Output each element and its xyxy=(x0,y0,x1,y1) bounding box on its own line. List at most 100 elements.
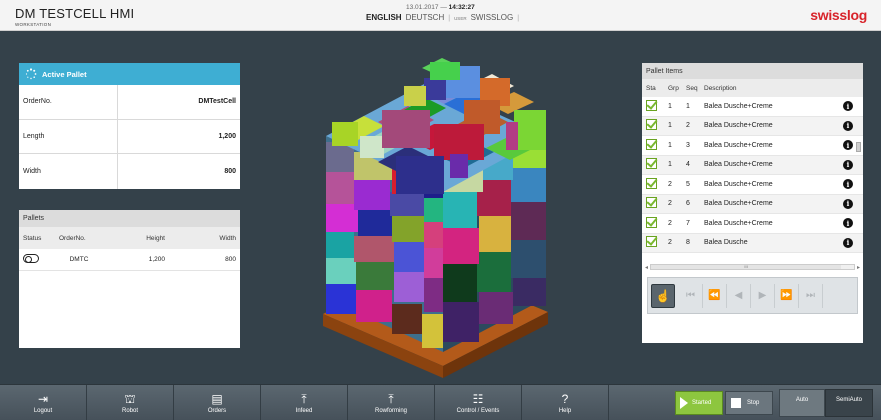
robot-button[interactable]: ⛫ Robot xyxy=(87,385,174,420)
scroll-right-icon[interactable]: ▸ xyxy=(857,264,860,271)
status-cell xyxy=(646,177,668,191)
column-header[interactable]: Width xyxy=(169,235,240,242)
active-pallet-row: Width 800 xyxy=(19,154,240,189)
pallets-panel: Pallets Status OrderNo. Height Width DMT… xyxy=(19,210,240,348)
rowforming-button[interactable]: ⤒ Rowforming xyxy=(348,385,435,420)
first-item-icon[interactable]: ⏮ xyxy=(679,283,703,308)
info-icon[interactable]: i xyxy=(843,101,853,112)
column-header[interactable]: Grp xyxy=(668,85,686,92)
datetime: 13.01.2017 — 14:32:27 xyxy=(406,4,475,11)
list-item[interactable]: 2 6 Balea Dusche+Creme i xyxy=(642,194,863,214)
user-name[interactable]: SWISSLOG xyxy=(471,13,514,22)
next-item-icon[interactable]: ▶ xyxy=(751,283,775,308)
lang-deutsch[interactable]: DEUTSCH xyxy=(406,13,445,22)
info-icon[interactable]: i xyxy=(843,120,853,131)
fast-back-icon[interactable]: ⏪ xyxy=(703,283,727,308)
auto-mode-button[interactable]: Auto xyxy=(779,389,825,417)
field-value: DMTestCell xyxy=(198,98,236,106)
rowforming-label: Rowforming xyxy=(374,407,407,414)
list-item[interactable]: 2 7 Balea Dusche+Creme i xyxy=(642,214,863,234)
list-item[interactable]: 1 2 Balea Dusche+Creme i xyxy=(642,116,863,136)
hand-pointer-icon[interactable]: ☝ xyxy=(651,283,675,308)
active-pallet-header: Active Pallet xyxy=(19,63,240,85)
group-cell: 2 xyxy=(668,180,672,188)
list-item[interactable]: 1 3 Balea Dusche+Creme i xyxy=(642,136,863,156)
infeed-label: Infeed xyxy=(295,407,313,414)
scroll-thumb[interactable] xyxy=(856,142,861,152)
description-cell: Balea Dusche xyxy=(704,239,748,247)
list-item[interactable]: 1 4 Balea Dusche+Creme i xyxy=(642,155,863,175)
semiauto-mode-button[interactable]: SemiAuto xyxy=(825,389,873,417)
check-icon xyxy=(646,177,657,189)
info-icon[interactable]: i xyxy=(843,159,853,170)
description-cell: Balea Dusche+Creme xyxy=(704,122,773,130)
info-icon[interactable]: i xyxy=(843,198,853,209)
check-icon xyxy=(646,99,657,111)
status-cell xyxy=(646,158,668,171)
info-icon[interactable]: i xyxy=(843,179,853,190)
description-cell: Balea Dusche+Creme xyxy=(704,219,773,227)
scroll-left-icon[interactable]: ◂ xyxy=(645,264,648,271)
pallet-items-column-headers: Sta Grp Seq Description xyxy=(642,79,863,97)
active-pallet-row: OrderNo. DMTestCell xyxy=(19,85,240,120)
check-icon xyxy=(646,216,657,228)
infeed-button[interactable]: ⤒ Infeed xyxy=(261,385,348,420)
width-cell: 800 xyxy=(225,256,236,263)
field-value: 1,200 xyxy=(218,132,236,140)
list-item[interactable]: 2 5 Balea Dusche+Creme i xyxy=(642,175,863,195)
status-cell xyxy=(19,254,59,265)
active-pallet-row: Length 1,200 xyxy=(19,119,240,154)
check-icon xyxy=(646,236,657,248)
description-cell: Balea Dusche+Creme xyxy=(704,141,773,149)
started-button[interactable]: Started xyxy=(675,391,723,415)
logout-button[interactable]: ⇥ Logout xyxy=(0,385,87,420)
scroll-thumb[interactable]: III xyxy=(651,265,842,269)
stop-button[interactable]: Stop xyxy=(725,391,773,415)
list-item[interactable]: 2 8 Balea Dusche i xyxy=(642,233,863,253)
orders-icon: ▤ xyxy=(211,391,223,406)
field-label: Length xyxy=(19,119,118,153)
active-pallet-panel: Active Pallet OrderNo. DMTestCell Length… xyxy=(19,63,240,189)
pallets-title: Pallets xyxy=(19,210,240,227)
infeed-icon: ⤒ xyxy=(301,391,307,406)
help-button[interactable]: ? Help xyxy=(522,385,609,420)
horizontal-scrollbar[interactable]: ◂ III ▸ xyxy=(642,262,863,272)
column-header[interactable]: Seq xyxy=(686,85,704,92)
list-item[interactable]: 1 1 Balea Dusche+Creme i xyxy=(642,97,863,117)
column-header[interactable]: Description xyxy=(704,85,863,92)
info-icon[interactable]: i xyxy=(843,218,853,229)
fast-forward-icon[interactable]: ⏩ xyxy=(775,283,799,308)
group-cell: 1 xyxy=(668,141,672,149)
column-header[interactable]: OrderNo. xyxy=(59,235,99,242)
column-header[interactable]: Sta xyxy=(646,85,668,92)
order-cell: DMTC xyxy=(69,256,89,263)
column-header[interactable]: Height xyxy=(99,235,169,242)
info-icon[interactable]: i xyxy=(843,237,853,248)
pallet-items-list[interactable]: 1 1 Balea Dusche+Creme i 1 2 Balea Dusch… xyxy=(642,97,863,260)
sequence-cell: 1 xyxy=(686,102,690,110)
status-cell xyxy=(646,236,668,249)
table-row[interactable]: DMTC 1,200 800 xyxy=(19,249,240,271)
info-icon[interactable]: i xyxy=(843,140,853,151)
group-cell: 2 xyxy=(668,219,672,227)
column-header[interactable]: Status xyxy=(19,235,59,242)
sliders-icon: ☷ xyxy=(472,391,484,406)
control-events-label: Control / Events xyxy=(456,407,500,414)
orders-button[interactable]: ▤ Orders xyxy=(174,385,261,420)
group-cell: 2 xyxy=(668,200,672,208)
lang-english[interactable]: ENGLISH xyxy=(366,13,402,22)
scroll-track[interactable]: III xyxy=(650,264,855,270)
group-cell: 2 xyxy=(668,239,672,247)
group-cell: 1 xyxy=(668,102,672,110)
robot-icon: ⛫ xyxy=(124,391,136,406)
status-cell xyxy=(646,119,668,132)
previous-item-icon[interactable]: ◀ xyxy=(727,283,751,308)
control-events-button[interactable]: ☷ Control / Events xyxy=(435,385,522,420)
check-icon xyxy=(646,138,657,150)
time-text: 14:32:27 xyxy=(448,4,475,11)
group-cell: 1 xyxy=(668,161,672,169)
check-icon xyxy=(646,119,657,131)
vertical-scrollbar[interactable] xyxy=(856,97,861,260)
last-item-icon[interactable]: ⏭ xyxy=(799,283,823,308)
toggle-icon[interactable] xyxy=(23,254,39,263)
